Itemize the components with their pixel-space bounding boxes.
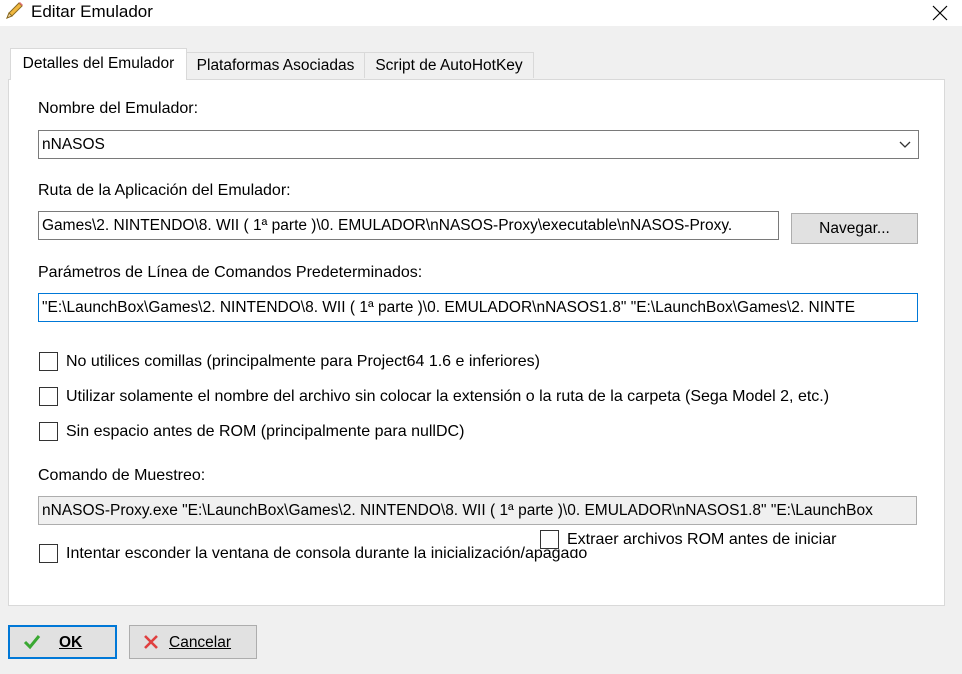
hide-console-checkbox[interactable] <box>39 544 58 563</box>
close-icon <box>932 5 948 21</box>
command-params-label: Parámetros de Línea de Comandos Predeter… <box>38 264 423 281</box>
sample-command-field[interactable]: nNASOS-Proxy.exe "E:\LaunchBox\Games\2. … <box>38 496 917 525</box>
filename-only-checkbox[interactable] <box>39 387 58 406</box>
no-space-before-rom-label[interactable]: Sin espacio antes de ROM (principalmente… <box>66 423 464 441</box>
sample-command-value: nNASOS-Proxy.exe "E:\LaunchBox\Games\2. … <box>42 502 873 519</box>
window-title: Editar Emulador <box>31 2 153 21</box>
ok-button-label: OK <box>59 634 83 651</box>
command-params-input[interactable]: "E:\LaunchBox\Games\2. NINTENDO\8. WII (… <box>38 293 918 322</box>
tab-plataformas-asociadas[interactable]: Plataformas Asociadas <box>186 52 365 78</box>
emulator-name-value: nNASOS <box>42 136 105 153</box>
check-icon <box>23 635 41 650</box>
ok-button[interactable]: OK <box>8 625 117 659</box>
extract-roms-checkbox[interactable] <box>540 530 559 549</box>
browse-button-label: Navegar... <box>819 220 890 237</box>
browse-button[interactable]: Navegar... <box>791 213 918 244</box>
tab-label: Detalles del Emulador <box>22 55 175 72</box>
emulator-name-label: Nombre del Emulador: <box>38 100 199 117</box>
emulator-path-label: Ruta de la Aplicación del Emulador: <box>38 182 291 199</box>
hide-console-label[interactable]: Intentar esconder la ventana de consola … <box>66 545 587 563</box>
close-button[interactable] <box>918 0 962 26</box>
emulator-name-combobox[interactable]: nNASOS <box>38 130 919 159</box>
chevron-down-icon <box>899 141 911 148</box>
tab-label: Script de AutoHotKey <box>375 57 523 74</box>
cancel-button[interactable]: Cancelar <box>129 625 257 659</box>
no-quotes-label[interactable]: No utilices comillas (principalmente par… <box>66 353 540 371</box>
title-bar: Editar Emulador <box>0 0 962 26</box>
emulator-path-input[interactable]: Games\2. NINTENDO\8. WII ( 1ª parte )\0.… <box>38 211 779 240</box>
pencil-icon <box>3 0 25 22</box>
tab-script-de-autohotkey[interactable]: Script de AutoHotKey <box>364 52 534 78</box>
no-quotes-checkbox[interactable] <box>39 352 58 371</box>
command-params-value: "E:\LaunchBox\Games\2. NINTENDO\8. WII (… <box>42 299 856 316</box>
emulator-path-value: Games\2. NINTENDO\8. WII ( 1ª parte )\0.… <box>42 217 733 234</box>
cancel-x-icon <box>144 635 158 649</box>
no-space-before-rom-checkbox[interactable] <box>39 422 58 441</box>
cancel-button-label: Cancelar <box>169 634 232 651</box>
sample-command-label: Comando de Muestreo: <box>38 467 206 484</box>
tab-label: Plataformas Asociadas <box>196 57 355 74</box>
tab-detalles-del-emulador[interactable]: Detalles del Emulador <box>10 48 187 80</box>
filename-only-label[interactable]: Utilizar solamente el nombre del archivo… <box>66 388 829 406</box>
extract-roms-label[interactable]: Extraer archivos ROM antes de iniciar <box>567 531 841 549</box>
